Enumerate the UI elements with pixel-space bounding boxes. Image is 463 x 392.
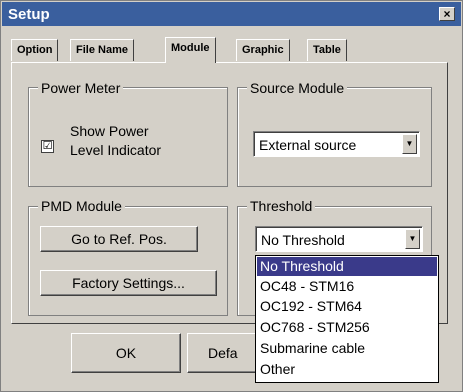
chevron-down-icon[interactable]: ▼ [402,134,417,154]
pmd-module-label: PMD Module [38,198,125,214]
setup-dialog: Setup × Option File Name Module Graphic … [0,0,463,392]
show-power-label-line2: Level Indicator [70,142,162,158]
tab-file-name[interactable]: File Name [70,39,134,61]
show-power-checkbox[interactable]: ☑ [41,140,54,153]
power-meter-label: Power Meter [38,80,124,96]
threshold-option[interactable]: OC192 - STM64 [257,297,437,316]
pmd-module-group [28,206,228,316]
ok-button[interactable]: OK [71,333,181,373]
tab-table[interactable]: Table [307,39,347,61]
factory-settings-button[interactable]: Factory Settings... [40,270,217,296]
close-icon[interactable]: × [439,7,455,21]
tab-graphic[interactable]: Graphic [236,39,290,61]
tab-option[interactable]: Option [11,39,59,61]
show-power-label-line1: Show Power [70,123,149,139]
title-bar[interactable]: Setup × [2,2,461,26]
threshold-option[interactable]: Other [257,360,437,379]
threshold-option[interactable]: Submarine cable [257,339,437,358]
threshold-label: Threshold [247,198,316,214]
source-module-value: External source [259,137,357,153]
threshold-option[interactable]: OC48 - STM16 [257,277,437,296]
threshold-option[interactable]: No Threshold [257,257,437,276]
tab-module[interactable]: Module [165,37,216,63]
threshold-select[interactable]: No Threshold ▼ [255,226,423,252]
go-to-ref-pos-button[interactable]: Go to Ref. Pos. [40,226,198,252]
source-module-select[interactable]: External source ▼ [253,131,420,157]
threshold-value: No Threshold [261,232,345,248]
chevron-down-icon[interactable]: ▼ [405,229,420,249]
threshold-dropdown: No Threshold OC48 - STM16 OC192 - STM64 … [255,255,439,383]
show-power-label: Show Power Level Indicator [70,122,161,160]
source-module-label: Source Module [247,80,348,96]
threshold-option[interactable]: OC768 - STM256 [257,318,437,337]
window-title: Setup [8,6,50,23]
